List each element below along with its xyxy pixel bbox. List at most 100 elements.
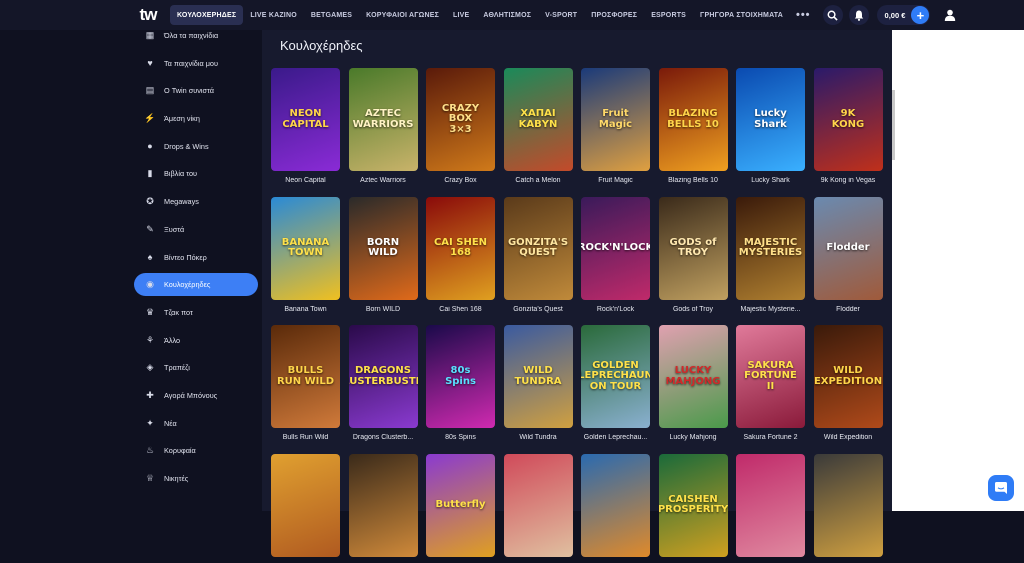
game-name[interactable]: Flodder (814, 306, 883, 313)
sidebar-item-3[interactable]: ⚡ Άμεση νίκη (134, 107, 258, 130)
sidebar-item-0[interactable]: ▦ Όλα τα παιχνίδια (134, 24, 258, 47)
game-name[interactable]: Gonzita's Quest (504, 306, 573, 313)
game-name[interactable]: Wild Tundra (504, 434, 573, 441)
game-thumbnail[interactable]: Fruit Magic (581, 68, 650, 171)
game-card[interactable]: GODS of TROY Gods of Troy (658, 196, 728, 313)
game-thumbnail[interactable] (813, 453, 883, 557)
nav-tab-4[interactable]: LIVE (446, 5, 476, 25)
game-card[interactable]: SAKURA FORTUNE II Sakura Fortune 2 (736, 325, 805, 441)
game-card[interactable]: AZTEC WARRIORS Aztec Warriors (348, 68, 418, 184)
game-name[interactable]: Cai Shen 168 (426, 306, 495, 313)
game-card[interactable] (348, 453, 418, 563)
game-thumbnail[interactable]: MAJESTIC MYSTERIES (736, 196, 805, 300)
sidebar-item-5[interactable]: ▮ Βιβλία του (134, 162, 258, 185)
sidebar-item-11[interactable]: ⚘ Άλλο (134, 329, 258, 352)
game-card[interactable] (503, 453, 573, 563)
scrollbar-thumb[interactable] (892, 90, 895, 160)
sidebar-item-7[interactable]: ✎ Ξυστά (134, 218, 258, 241)
game-thumbnail[interactable]: ΧΑΠΑΙ ΚΑΒΥΝ (503, 68, 573, 171)
game-card[interactable]: BORN WILD Born WILD (348, 196, 418, 313)
game-thumbnail[interactable]: ROCK'N'LOCK (581, 196, 650, 300)
game-thumbnail[interactable]: 80s Spins (426, 325, 495, 428)
sidebar-item-8[interactable]: ♠ Βίντεο Πόκερ (134, 246, 258, 269)
nav-tab-1[interactable]: LIVE ΚΑΖΙΝΟ (243, 5, 304, 25)
game-name[interactable]: Golden Leprechau... (581, 434, 650, 441)
game-name[interactable]: Lucky Mahjong (659, 434, 728, 441)
game-card[interactable]: CAI SHEN 168 Cai Shen 168 (426, 196, 495, 313)
twin-logo[interactable]: tw (134, 5, 162, 25)
game-card[interactable]: DRAGONS CLUSTERBUSTER Dragons Clusterb... (348, 325, 418, 441)
game-card[interactable]: BANANA TOWN Banana Town (271, 196, 340, 313)
game-thumbnail[interactable]: GODS of TROY (658, 196, 728, 300)
nav-tab-5[interactable]: ΑΘΛΗΤΙΣΜΟΣ (476, 5, 538, 25)
game-card[interactable]: 80s Spins 80s Spins (426, 325, 495, 441)
game-thumbnail[interactable]: NEON CAPITAL (271, 68, 340, 171)
game-thumbnail[interactable]: SAKURA FORTUNE II (736, 325, 805, 428)
game-card[interactable]: LUCKY MAHJONG Lucky Mahjong (658, 325, 728, 441)
game-card[interactable]: BLAZING BELLS 10 Blazing Bells 10 (658, 68, 728, 184)
game-card[interactable]: MAJESTIC MYSTERIES Majestic Mysterie... (736, 196, 805, 313)
game-thumbnail[interactable]: AZTEC WARRIORS (348, 68, 418, 171)
sidebar-item-6[interactable]: ✪ Megaways (134, 190, 258, 213)
nav-tab-9[interactable]: ΓΡΗΓΟΡΑ ΣΤΟΙΧΗΜΑΤΑ (693, 5, 790, 25)
game-card[interactable]: ΧΑΠΑΙ ΚΑΒΥΝ Catch a Melon (503, 68, 573, 184)
game-card[interactable]: Fruit Magic Fruit Magic (581, 68, 650, 184)
game-name[interactable]: Dragons Clusterb... (349, 434, 418, 441)
game-card[interactable] (813, 453, 883, 563)
game-thumbnail[interactable] (271, 453, 340, 557)
game-name[interactable]: Rock'n'Lock (581, 306, 650, 313)
game-thumbnail[interactable] (348, 453, 418, 557)
game-name[interactable]: Lucky Shark (736, 177, 805, 184)
game-name[interactable]: Neon Capital (271, 177, 340, 184)
game-card[interactable]: BULLS RUN WILD Bulls Run Wild (271, 325, 340, 441)
game-thumbnail[interactable]: Lucky Shark (736, 68, 805, 171)
game-card[interactable]: ROCK'N'LOCK Rock'n'Lock (581, 196, 650, 313)
game-card[interactable]: GONZITA'S QUEST Gonzita's Quest (503, 196, 573, 313)
game-thumbnail[interactable]: CAISHEN PROSPERITY (658, 453, 728, 557)
game-name[interactable]: Majestic Mysterie... (736, 306, 805, 313)
game-card[interactable]: Lucky Shark Lucky Shark (736, 68, 805, 184)
game-thumbnail[interactable] (503, 453, 573, 557)
game-name[interactable]: Blazing Bells 10 (659, 177, 728, 184)
game-name[interactable]: 9k Kong in Vegas (814, 177, 883, 184)
balance-button[interactable]: 0,00 € + (876, 5, 931, 25)
game-thumbnail[interactable]: DRAGONS CLUSTERBUSTER (348, 325, 418, 428)
nav-tab-3[interactable]: ΚΟΡΥΦΑΙΟΙ ΑΓΩΝΕΣ (359, 5, 446, 25)
game-card[interactable]: GOLDEN LEPRECHAUN ON TOUR Golden Leprecha… (581, 325, 650, 441)
sidebar-item-12[interactable]: ◈ Τραπέζι (134, 356, 258, 379)
sidebar-item-2[interactable]: ▤ Ο Twin συνιστά (134, 79, 258, 102)
game-thumbnail[interactable]: WILD EXPEDITION (813, 325, 883, 428)
game-name[interactable]: Born WILD (349, 306, 418, 313)
game-card[interactable] (736, 453, 805, 563)
deposit-plus-icon[interactable]: + (911, 6, 930, 24)
search-button[interactable] (822, 5, 843, 25)
game-card[interactable]: WILD EXPEDITION Wild Expedition (813, 325, 883, 441)
nav-tab-2[interactable]: BETGAMES (304, 5, 359, 25)
game-card[interactable] (271, 453, 340, 563)
game-name[interactable]: Aztec Warriors (349, 177, 418, 184)
nav-tab-8[interactable]: ESPORTS (644, 5, 693, 25)
sidebar-item-13[interactable]: ✚ Αγορά Μπόνους (134, 384, 258, 407)
more-menu-icon[interactable]: ••• (790, 9, 817, 21)
game-thumbnail[interactable]: CAI SHEN 168 (426, 196, 495, 300)
game-thumbnail[interactable]: BLAZING BELLS 10 (658, 68, 728, 171)
game-name[interactable]: Banana Town (271, 306, 340, 313)
notifications-button[interactable] (848, 5, 869, 25)
sidebar-item-16[interactable]: ♕ Νικητές (134, 467, 258, 490)
game-name[interactable]: Sakura Fortune 2 (736, 434, 805, 441)
game-name[interactable]: Crazy Box (426, 177, 495, 184)
sidebar-item-1[interactable]: ♥ Τα παιχνίδια μου (134, 52, 258, 75)
nav-tab-0[interactable]: ΚΟΥΛΟΧΕΡΗΔΕΣ (170, 5, 244, 25)
game-thumbnail[interactable]: CRAZY BOX 3×3 (426, 68, 495, 171)
game-thumbnail[interactable]: LUCKY MAHJONG (658, 325, 728, 428)
game-name[interactable]: Gods of Troy (659, 306, 728, 313)
game-thumbnail[interactable]: Flodder (813, 196, 883, 300)
game-thumbnail[interactable]: GONZITA'S QUEST (503, 196, 573, 300)
game-card[interactable]: 9K KONG 9k Kong in Vegas (813, 68, 883, 184)
game-thumbnail[interactable] (581, 453, 650, 557)
game-thumbnail[interactable] (736, 453, 805, 557)
game-thumbnail[interactable]: WILD TUNDRA (503, 325, 573, 428)
game-thumbnail[interactable]: BANANA TOWN (271, 196, 340, 300)
game-thumbnail[interactable]: Butterfly (426, 453, 495, 557)
game-name[interactable]: Bulls Run Wild (271, 434, 340, 441)
